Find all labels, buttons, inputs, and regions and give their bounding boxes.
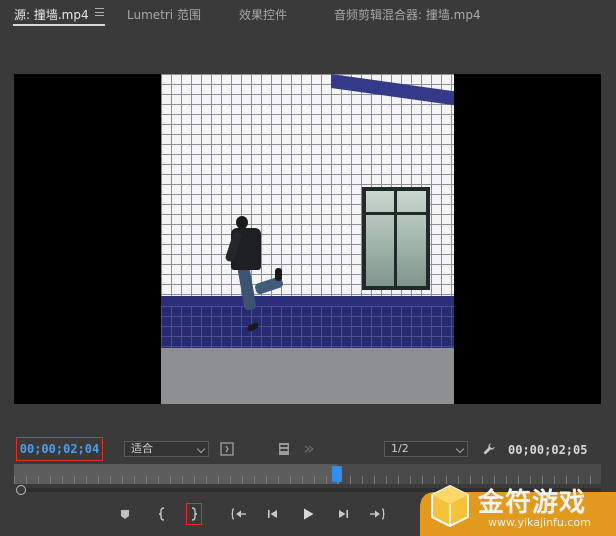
- mark-in-button[interactable]: [151, 504, 173, 524]
- step-back-button[interactable]: [262, 504, 284, 524]
- source-monitor-panel: 源: 撞墙.mp4 Lumetri 范围 效果控件 音频剪辑混合器: 撞墙.mp…: [0, 0, 616, 536]
- active-tab-indicator: [13, 24, 105, 26]
- zoom-fit-value: 适合: [131, 442, 153, 455]
- play-button[interactable]: [297, 504, 319, 524]
- drag-video-only-icon[interactable]: [302, 442, 316, 456]
- chevron-down-icon: [455, 444, 465, 454]
- video-preview[interactable]: [14, 74, 601, 404]
- go-to-in-icon: [231, 508, 246, 520]
- zoom-fit-select[interactable]: 适合: [124, 441, 209, 457]
- playhead-line: [336, 482, 338, 484]
- safe-margins-icon[interactable]: [220, 442, 234, 456]
- tab-lumetri-scopes[interactable]: Lumetri 范围: [127, 6, 201, 23]
- step-forward-button[interactable]: [332, 504, 354, 524]
- go-to-in-button[interactable]: [228, 504, 250, 524]
- wrench-icon[interactable]: [482, 442, 496, 456]
- panel-menu-icon[interactable]: [95, 8, 104, 16]
- panel-tab-bar: 源: 撞墙.mp4 Lumetri 范围 效果控件 音频剪辑混合器: 撞墙.mp…: [0, 0, 616, 30]
- cube-logo-icon: [431, 484, 469, 528]
- current-timecode[interactable]: 00;00;02;04: [16, 437, 103, 461]
- playhead-handle[interactable]: [331, 466, 342, 482]
- duration-timecode: 00;00;02;05: [508, 443, 588, 457]
- playback-resolution-select[interactable]: 1/2: [384, 441, 468, 457]
- marker-icon: [121, 510, 129, 519]
- watermark-url: www.yikajinfu.com: [488, 516, 591, 529]
- export-frame-icon[interactable]: [277, 442, 291, 456]
- video-frame-image: [161, 74, 454, 404]
- mark-in-icon: [158, 507, 165, 521]
- tab-audio-clip-mixer[interactable]: 音频剪辑混合器: 撞墙.mp4: [334, 6, 481, 23]
- go-to-out-button[interactable]: [366, 504, 388, 524]
- watermark-overlay: 金符游戏 www.yikajinfu.com: [420, 478, 616, 536]
- tab-effect-controls[interactable]: 效果控件: [239, 6, 287, 23]
- chevron-down-icon: [196, 444, 206, 454]
- play-icon: [304, 508, 314, 520]
- step-back-icon: [268, 510, 277, 518]
- step-forward-icon: [339, 510, 348, 518]
- go-to-out-icon: [370, 508, 385, 520]
- tab-source[interactable]: 源: 撞墙.mp4: [14, 6, 89, 23]
- mark-out-icon: [191, 507, 198, 521]
- mark-out-button[interactable]: [186, 503, 202, 525]
- playback-resolution-value: 1/2: [391, 442, 409, 455]
- zoom-scrollbar-handle[interactable]: [16, 485, 26, 495]
- add-marker-button[interactable]: [114, 504, 136, 524]
- watermark-brand: 金符游戏: [478, 488, 587, 518]
